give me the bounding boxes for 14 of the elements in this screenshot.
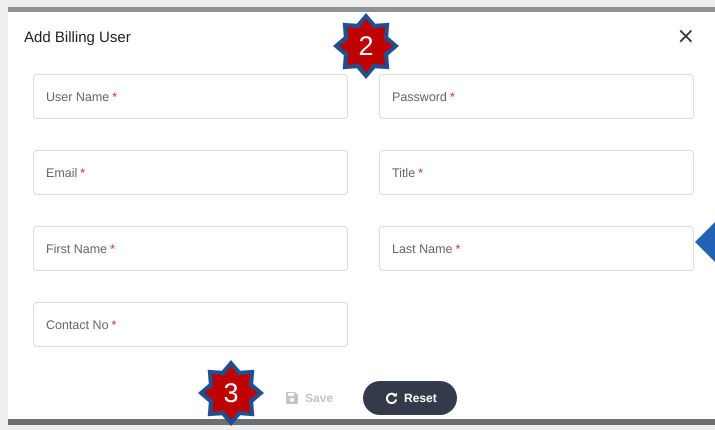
input-field[interactable]: Contact No *	[33, 302, 348, 347]
star-badge: 2	[332, 12, 400, 80]
reset-button[interactable]: Reset	[363, 381, 457, 415]
input-field[interactable]: First Name *	[33, 226, 348, 271]
input-field[interactable]: Title *	[379, 150, 694, 195]
diamond-marker-icon	[695, 222, 715, 262]
star-badge: 3	[197, 359, 265, 427]
close-button[interactable]: ×	[676, 26, 695, 48]
input-field[interactable]: User Name *	[33, 74, 348, 119]
input-field[interactable]: Email *	[33, 150, 348, 195]
refresh-icon	[385, 392, 398, 404]
input-field[interactable]: Password *	[379, 74, 694, 119]
input-field[interactable]: Last Name *	[379, 226, 694, 271]
dialog-title: Add Billing User	[24, 28, 131, 46]
